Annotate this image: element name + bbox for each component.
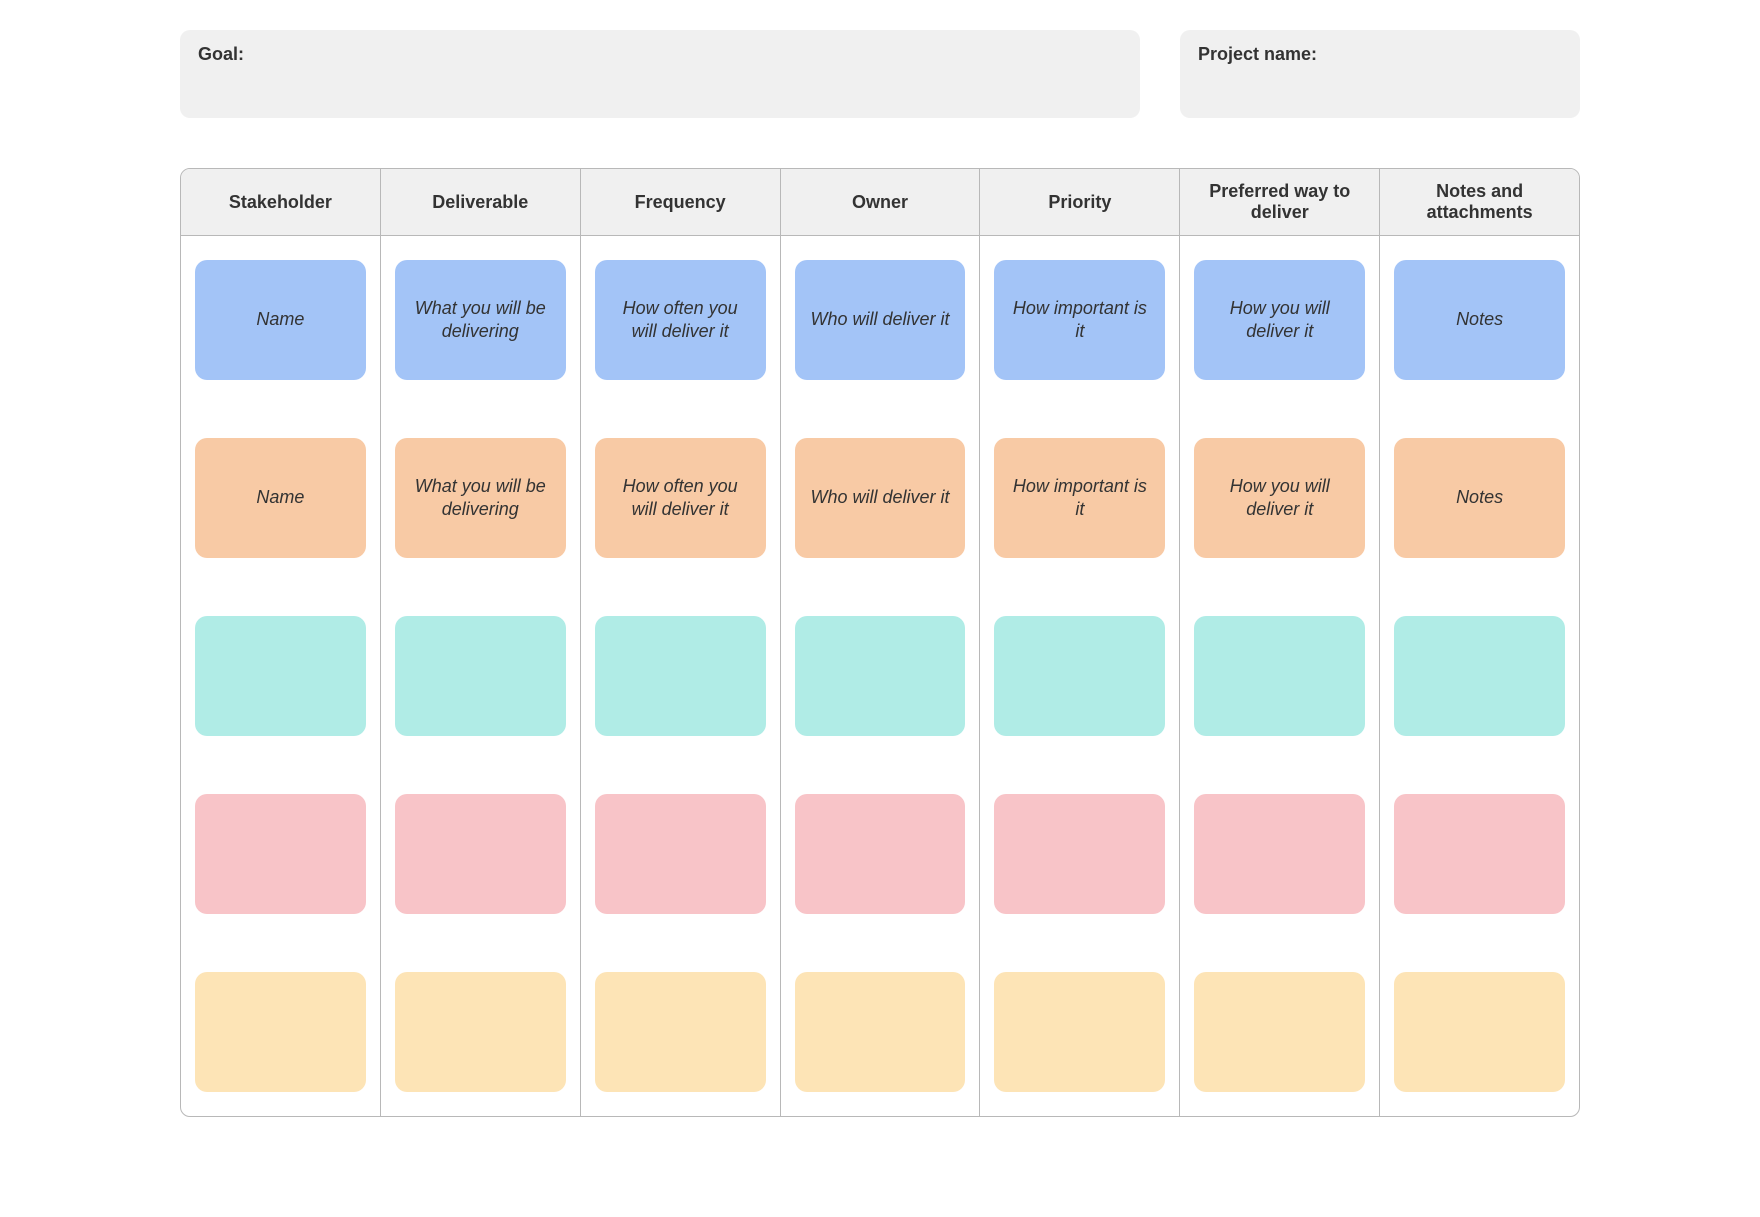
matrix-body: NameNameWhat you will be deliveringWhat … [181, 236, 1579, 1116]
matrix-card-text: Notes [1456, 486, 1503, 509]
matrix-card[interactable]: Who will deliver it [795, 260, 966, 380]
matrix-card[interactable]: What you will be delivering [395, 438, 566, 558]
matrix-card[interactable] [1194, 616, 1365, 736]
matrix-card[interactable]: How you will deliver it [1194, 438, 1365, 558]
matrix-card-text: What you will be delivering [409, 475, 552, 522]
col-header-preferred-way: Preferred way to deliver [1180, 169, 1380, 235]
matrix-col: How you will deliver it How you will deli… [1180, 236, 1380, 1116]
matrix-card[interactable]: Who will deliver it [795, 438, 966, 558]
matrix-card[interactable]: How often you will deliver it [595, 438, 766, 558]
matrix-card[interactable] [1194, 794, 1365, 914]
matrix-card[interactable]: How often you will deliver it [595, 260, 766, 380]
matrix-card-text: How often you will deliver it [609, 475, 752, 522]
matrix-card[interactable] [395, 616, 566, 736]
matrix-card[interactable] [595, 794, 766, 914]
matrix-card-text: How important is it [1008, 475, 1151, 522]
matrix-card[interactable] [795, 794, 966, 914]
matrix-card[interactable]: Notes [1394, 260, 1565, 380]
matrix-card[interactable] [994, 616, 1165, 736]
top-meta-row: Goal: Project name: [180, 30, 1580, 118]
col-header-frequency: Frequency [581, 169, 781, 235]
matrix-card[interactable]: How important is it [994, 260, 1165, 380]
matrix-card[interactable] [1394, 972, 1565, 1092]
matrix-card-text: Who will deliver it [810, 308, 949, 331]
matrix-card[interactable] [795, 972, 966, 1092]
matrix-card[interactable]: Name [195, 438, 366, 558]
matrix-card[interactable] [994, 794, 1165, 914]
matrix-col: Who will deliver it Who will deliver it [781, 236, 981, 1116]
matrix-card[interactable] [1394, 616, 1565, 736]
matrix-card[interactable] [595, 972, 766, 1092]
matrix-card[interactable]: Name [195, 260, 366, 380]
matrix-card[interactable] [795, 616, 966, 736]
matrix-col: Name Name [181, 236, 381, 1116]
template-canvas: Goal: Project name: Stakeholder Delivera… [0, 0, 1760, 1217]
col-header-deliverable: Deliverable [381, 169, 581, 235]
matrix-col: What you will be delivering What you will… [381, 236, 581, 1116]
matrix-col: Notes Notes [1380, 236, 1579, 1116]
matrix-card-text: How often you will deliver it [609, 297, 752, 344]
matrix-card[interactable] [994, 972, 1165, 1092]
matrix-card-text: Notes [1456, 308, 1503, 331]
communication-matrix: Stakeholder Deliverable Frequency Owner … [180, 168, 1580, 1117]
matrix-card[interactable] [395, 972, 566, 1092]
matrix-card[interactable]: Notes [1394, 438, 1565, 558]
matrix-card-text: Who will deliver it [810, 486, 949, 509]
matrix-card-text: Name [256, 308, 304, 331]
matrix-card-text: How you will deliver it [1208, 297, 1351, 344]
project-name-box[interactable]: Project name: [1180, 30, 1580, 118]
matrix-card[interactable] [1394, 794, 1565, 914]
goal-box[interactable]: Goal: [180, 30, 1140, 118]
matrix-card[interactable] [1194, 972, 1365, 1092]
project-name-label: Project name: [1198, 44, 1317, 64]
matrix-card[interactable] [395, 794, 566, 914]
matrix-card-text: How important is it [1008, 297, 1151, 344]
col-header-owner: Owner [781, 169, 981, 235]
matrix-card-text: What you will be delivering [409, 297, 552, 344]
matrix-col: How often you will deliver it How often y… [581, 236, 781, 1116]
matrix-card[interactable]: How you will deliver it [1194, 260, 1365, 380]
col-header-stakeholder: Stakeholder [181, 169, 381, 235]
matrix-card[interactable]: How important is it [994, 438, 1165, 558]
matrix-col: How important is it How important is it [980, 236, 1180, 1116]
matrix-card[interactable]: What you will be delivering [395, 260, 566, 380]
matrix-card[interactable] [195, 616, 366, 736]
matrix-card-text: How you will deliver it [1208, 475, 1351, 522]
goal-label: Goal: [198, 44, 244, 64]
matrix-header-row: Stakeholder Deliverable Frequency Owner … [181, 169, 1579, 236]
col-header-priority: Priority [980, 169, 1180, 235]
matrix-card[interactable] [195, 794, 366, 914]
col-header-notes: Notes and attachments [1380, 169, 1579, 235]
matrix-card[interactable] [195, 972, 366, 1092]
matrix-card[interactable] [595, 616, 766, 736]
matrix-card-text: Name [256, 486, 304, 509]
